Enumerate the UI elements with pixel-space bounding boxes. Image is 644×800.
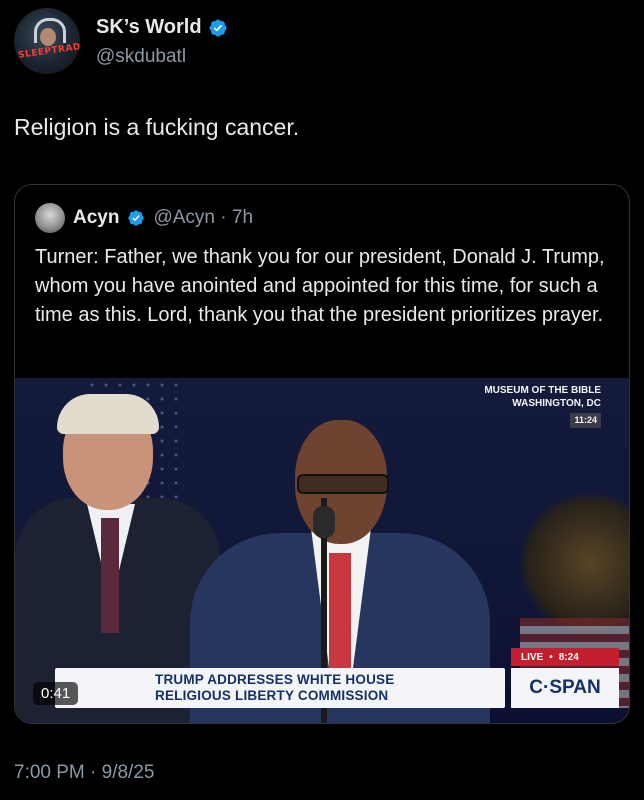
video-duration: 0:41 (33, 682, 79, 705)
microphone-icon (313, 506, 335, 538)
verified-badge-icon (128, 210, 145, 226)
live-time: 8:24 (558, 651, 579, 663)
news-chyron: TRUMP ADDRESSES WHITE HOUSE RELIGIOUS LI… (55, 668, 505, 708)
quoted-post[interactable]: Acyn @Acyn · 7h Turner: Father, we thank… (14, 184, 630, 724)
speaker-left-tie (101, 518, 119, 633)
quoted-author-avatar[interactable] (35, 203, 65, 233)
author-avatar[interactable]: SLEEPTRADE (14, 8, 80, 74)
quoted-post-text: Turner: Father, we thank you for our pre… (35, 246, 605, 326)
location-line-2: WASHINGTON, DC (512, 398, 601, 409)
speaker-center-glasses (297, 474, 389, 494)
verified-badge-icon (209, 18, 227, 37)
presidential-seal (520, 488, 629, 638)
live-dot-icon: • (549, 651, 553, 663)
speaker-center-tie (329, 553, 351, 673)
live-indicator: LIVE • 8:24 (511, 648, 619, 666)
quoted-author-handle[interactable]: @Acyn · 7h (153, 207, 253, 229)
quoted-author-name[interactable]: Acyn (73, 207, 119, 229)
author-name[interactable]: SK’s World (96, 16, 228, 39)
network-logo: C·SPAN (511, 668, 619, 708)
chyron-line-1: TRUMP ADDRESSES WHITE HOUSE (155, 672, 395, 687)
video-player[interactable]: MUSEUM OF THE BIBLE WASHINGTON, DC 11:24… (15, 378, 629, 723)
avatar-face-graphic (40, 28, 56, 46)
post-text: Religion is a fucking cancer. (14, 114, 300, 140)
speaker-left-hair (57, 394, 159, 434)
live-label: LIVE (521, 651, 544, 663)
location-overlay: MUSEUM OF THE BIBLE WASHINGTON, DC 11:24 (484, 384, 601, 428)
post-header: SLEEPTRADE SK’s World @skdubatl (14, 8, 614, 78)
quoted-post-header: Acyn @Acyn · 7h (35, 203, 253, 233)
post-timestamp[interactable]: 7:00 PM · 9/8/25 (14, 762, 154, 784)
chyron-line-2: RELIGIOUS LIBERTY COMMISSION (155, 688, 389, 703)
author-name-text: SK’s World (96, 16, 202, 38)
location-line-1: MUSEUM OF THE BIBLE (484, 385, 601, 396)
clock-overlay: 11:24 (570, 413, 601, 428)
author-handle[interactable]: @skdubatl (96, 46, 186, 68)
